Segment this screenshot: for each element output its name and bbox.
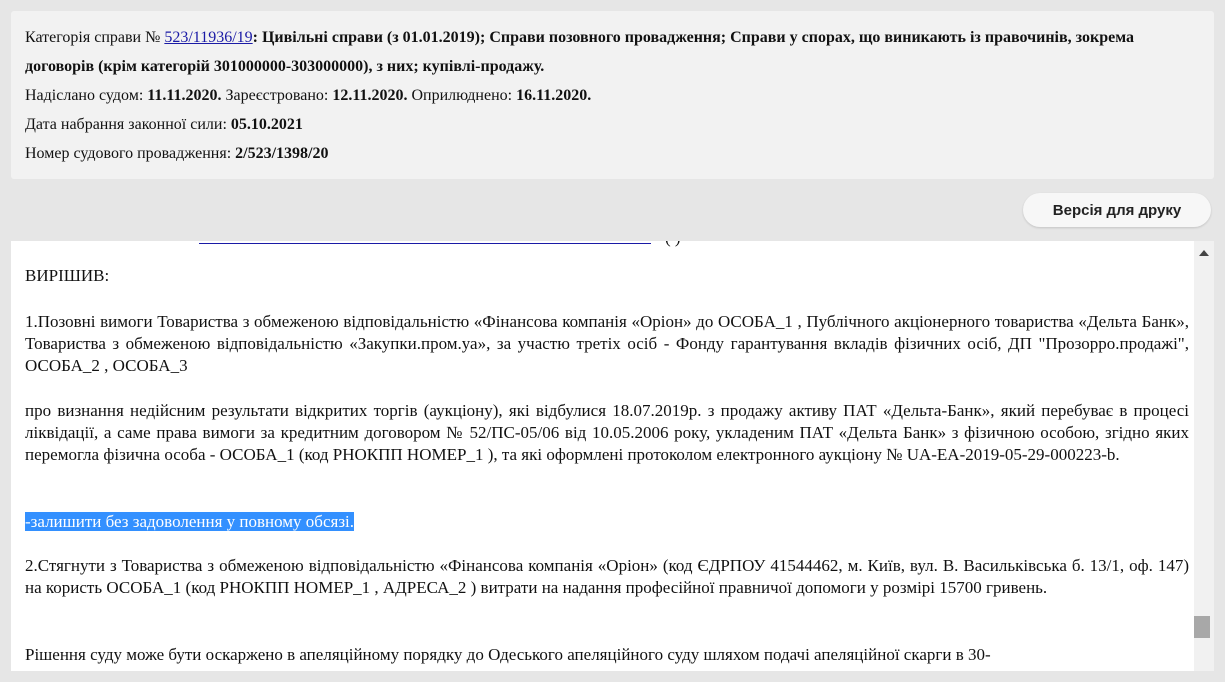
registered-date: 12.11.2020. (332, 87, 408, 104)
print-version-button[interactable]: Версія для друку (1023, 193, 1211, 227)
scroll-up-arrow-icon[interactable] (1199, 250, 1209, 256)
category-label: Категорія справи № (25, 29, 165, 46)
case-category-line: Категорія справи № 523/11936/19: Цивільн… (25, 23, 1200, 81)
dates-line: Надіслано судом: 11.11.2020. Зареєстрова… (25, 81, 1200, 110)
case-info-card: Категорія справи № 523/11936/19: Цивільн… (11, 11, 1214, 179)
effective-date: 05.10.2021 (230, 116, 303, 133)
selected-paragraph: -залишити без задоволення у повному обся… (25, 511, 1189, 533)
paragraph-1: 1.Позовні вимоги Товариства з обмеженою … (25, 312, 1189, 375)
effective-label: Дата набрання законної сили: (25, 116, 231, 133)
registered-label: Зареєстровано: (221, 87, 333, 104)
paragraph-4: Рішення суду може бути оскаржено в апеля… (25, 645, 991, 664)
sent-label: Надіслано судом: (25, 87, 148, 104)
case-number-link[interactable]: 523/11936/19 (164, 29, 252, 46)
cut-off-text: - (29, 241, 35, 249)
sent-date: 11.11.2020. (147, 87, 222, 104)
paragraph-2: про визнання недійсним результати відкри… (25, 401, 1189, 464)
proceeding-label: Номер судового провадження: (25, 145, 236, 162)
scroll-thumb[interactable] (1194, 616, 1210, 638)
published-date: 16.11.2020. (516, 87, 592, 104)
published-label: Оприлюднено: (407, 87, 517, 104)
paragraph-3: 2.Стягнути з Товариства з обмеженою відп… (25, 556, 1189, 597)
selected-text: -залишити без задоволення у повному обся… (25, 512, 355, 531)
effective-date-line: Дата набрання законної сили: 05.10.2021 (25, 110, 1200, 139)
cut-off-tail: ( ) (665, 241, 681, 249)
proceeding-number: 2/523/1398/20 (235, 145, 329, 162)
proceeding-number-line: Номер судового провадження: 2/523/1398/2… (25, 139, 1200, 168)
cut-off-link[interactable] (199, 241, 651, 244)
decided-heading: ВИРІШИВ: (25, 266, 110, 285)
document-viewer[interactable]: - ( ) ВИРІШИВ: 1.Позовні вимоги Товарист… (11, 241, 1214, 671)
vertical-scrollbar[interactable] (1194, 241, 1214, 671)
